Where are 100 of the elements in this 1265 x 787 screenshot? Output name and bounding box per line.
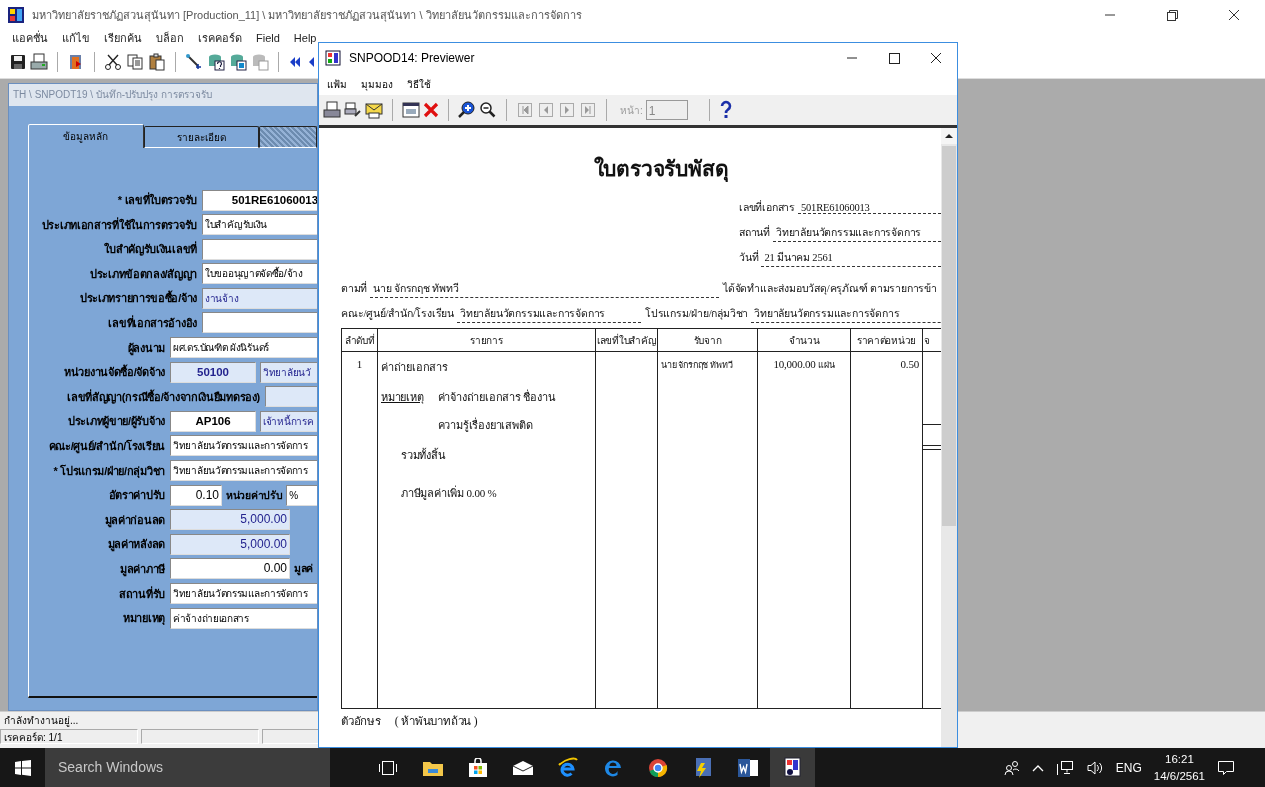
database-query-icon[interactable] — [207, 53, 225, 71]
input-field[interactable]: ใบขออนุญาตจัดซื้อ/จ้าง — [202, 263, 317, 285]
print-icon[interactable] — [30, 53, 48, 71]
input-field[interactable]: ค่าจ้างถ่ายเอกสาร — [170, 607, 317, 629]
field-label: มูลค่าก่อนลด — [103, 512, 165, 529]
database-query-icon[interactable] — [229, 53, 247, 71]
input-field[interactable]: งานจ้าง — [202, 287, 317, 309]
windows-start-icon[interactable] — [14, 759, 31, 776]
chevron-up-icon[interactable] — [1031, 763, 1044, 772]
field-label: วันที่ — [739, 249, 759, 265]
note-label: หมายเหตุ — [381, 390, 424, 406]
tab[interactable]: รายละเอียด — [143, 126, 260, 148]
zoom-out-icon[interactable] — [479, 101, 497, 119]
input-field[interactable]: ผศ.ดร.บัณฑิต ผังนิรันดร์ — [170, 337, 317, 359]
tab[interactable]: ข้อมูลหลัก — [28, 124, 144, 148]
first-record-icon[interactable] — [288, 55, 302, 69]
internet-explorer-icon[interactable] — [556, 756, 579, 779]
cut-icon[interactable] — [104, 53, 122, 71]
field-label: สถานที่ — [739, 224, 770, 240]
menu-item[interactable]: บล็อก — [156, 29, 184, 47]
input-field[interactable]: ใบสำคัญรับเงิน — [202, 214, 317, 236]
input-field[interactable]: วิทยาลัยนวัตกรรมและการจัดการ — [170, 435, 317, 457]
input-field[interactable]: % — [286, 484, 317, 506]
menu-item[interactable]: เรียกค้น — [104, 29, 142, 47]
field-label: หน่วยงานจัดซื้อ/จัดจ้าง — [63, 363, 165, 381]
input-field[interactable]: เจ้าหนี้การค — [260, 410, 317, 432]
table-cell: 0.50 — [900, 358, 919, 370]
clock[interactable]: 16:21 14/6/2561 — [1153, 750, 1205, 785]
record-counter: เรคคอร์ด: 1/1 — [0, 729, 138, 744]
mail-icon[interactable] — [511, 759, 534, 776]
menu-item[interactable]: มุมมอง — [361, 76, 393, 92]
network-icon[interactable] — [1055, 759, 1074, 776]
document-title: ใบตรวจรับพัสดุ — [592, 155, 730, 184]
input-field[interactable]: วิทยาลัยนวัตกรรมและการจัดการ — [170, 583, 317, 604]
column-header: เลขที่ใบสำคัญ — [597, 334, 657, 346]
app-icon[interactable] — [782, 756, 803, 779]
copy-icon[interactable] — [126, 53, 144, 71]
field-label: ประเภทข้อตกลง/สัญญา — [89, 266, 197, 283]
input-field[interactable]: 0.10 — [170, 484, 222, 506]
table-cell: นาย จักรกฤช ทัพทวี — [661, 360, 733, 370]
window-title: มหาวิทยาลัยราชภัฏสวนสุนันทา [Production_11] \ มหาวิทยาลัยราชภัฏสวนสุนันทา \ วิทยาลัยนวัตกรรมและการจัดการ — [32, 8, 583, 24]
menu-item[interactable]: แก้ไข — [62, 29, 90, 47]
field-label: ตัวอักษร — [341, 714, 381, 729]
table-cell-text: ค่าถ่ายเอกสาร — [381, 360, 449, 375]
input-field[interactable]: วิทยาลัยนวั — [260, 361, 317, 383]
print-setup-icon[interactable] — [344, 101, 362, 119]
column-header: ลำดับที่ — [344, 334, 375, 346]
input-field[interactable] — [202, 312, 317, 334]
app-icon — [8, 7, 24, 23]
field-label: * โปรแกรม/ฝ่าย/กลุ่มวิชา — [52, 463, 165, 480]
people-icon[interactable] — [1003, 759, 1020, 776]
menu-item[interactable]: แอคชั่น — [12, 29, 48, 47]
paste-icon[interactable] — [148, 53, 166, 71]
magic-wand-icon[interactable] — [185, 53, 203, 71]
menu-item[interactable]: Field — [256, 32, 280, 44]
input-field[interactable]: AP106 — [170, 410, 256, 432]
chrome-icon[interactable] — [647, 757, 668, 778]
volume-icon[interactable] — [1085, 759, 1104, 776]
menu-item[interactable]: เรคคอร์ด — [198, 29, 242, 47]
tab[interactable] — [259, 126, 317, 148]
field-label: โปรแกรม/ฝ่าย/กลุ่มวิชา — [645, 306, 749, 322]
search-field[interactable]: Search Windows — [45, 748, 330, 787]
scrollbar[interactable] — [941, 128, 957, 747]
input-field[interactable]: 501RE61060013 — [202, 189, 317, 211]
mail-icon[interactable] — [365, 101, 383, 119]
field-value: นาย จักรกฤช ทัพทวี — [370, 279, 719, 298]
field-label: หน่วยค่าปรับ — [226, 487, 283, 503]
amount-in-words: ( ห้าพันบาทถ้วน ) — [394, 714, 478, 730]
menu-item[interactable]: วิธีใช้ — [407, 76, 431, 92]
window-icon[interactable] — [402, 101, 420, 119]
field-label: มูลค่าภาษี — [119, 561, 165, 578]
language-indicator[interactable]: ENG — [1115, 760, 1142, 775]
input-field[interactable]: 5,000.00 — [170, 533, 290, 555]
input-field[interactable] — [202, 238, 317, 260]
note-text: ความรู้เรื่องยาเสพติด — [437, 416, 534, 434]
unit-text: แผ่น — [818, 360, 835, 370]
field-label: คณะ/ศูนย์/สำนัก/โรงเรียน — [341, 306, 454, 322]
field-label: ใบสำคัญรับเงินเลขที่ — [103, 240, 197, 258]
input-field[interactable]: วิทยาลัยนวัตกรรมและการจัดการ — [170, 460, 317, 482]
print-icon[interactable] — [323, 101, 341, 119]
window-title: SNPOOD14: Previewer — [349, 51, 476, 65]
scroll-up-icon[interactable] — [941, 128, 957, 144]
table-cell: 1 — [356, 358, 363, 370]
close-icon[interactable] — [423, 102, 439, 118]
field-label: อัตราค่าปรับ — [107, 488, 165, 504]
menu-item[interactable]: แฟ้ม — [327, 76, 347, 92]
zoom-in-icon[interactable] — [458, 101, 476, 119]
help-icon[interactable] — [718, 100, 733, 120]
notification-icon[interactable] — [1217, 758, 1235, 777]
store-icon[interactable] — [467, 757, 488, 778]
word-icon[interactable] — [736, 757, 759, 778]
input-field[interactable]: 50100 — [170, 361, 256, 383]
menu-item[interactable]: Help — [293, 32, 317, 44]
input-field[interactable]: 0.00 — [170, 558, 290, 580]
field-label: ตามที่ — [341, 280, 368, 296]
window-title: TH \ SNPODT19 \ บันทึก-ปรับปรุง การตรวจรับ — [9, 84, 317, 106]
field-label: ประเภทเอกสารที่ใช้ในการตรวจรับ — [40, 216, 197, 233]
save-icon[interactable] — [10, 54, 26, 70]
task-view-icon[interactable] — [377, 759, 398, 776]
input-field[interactable]: 5,000.00 — [170, 509, 290, 531]
